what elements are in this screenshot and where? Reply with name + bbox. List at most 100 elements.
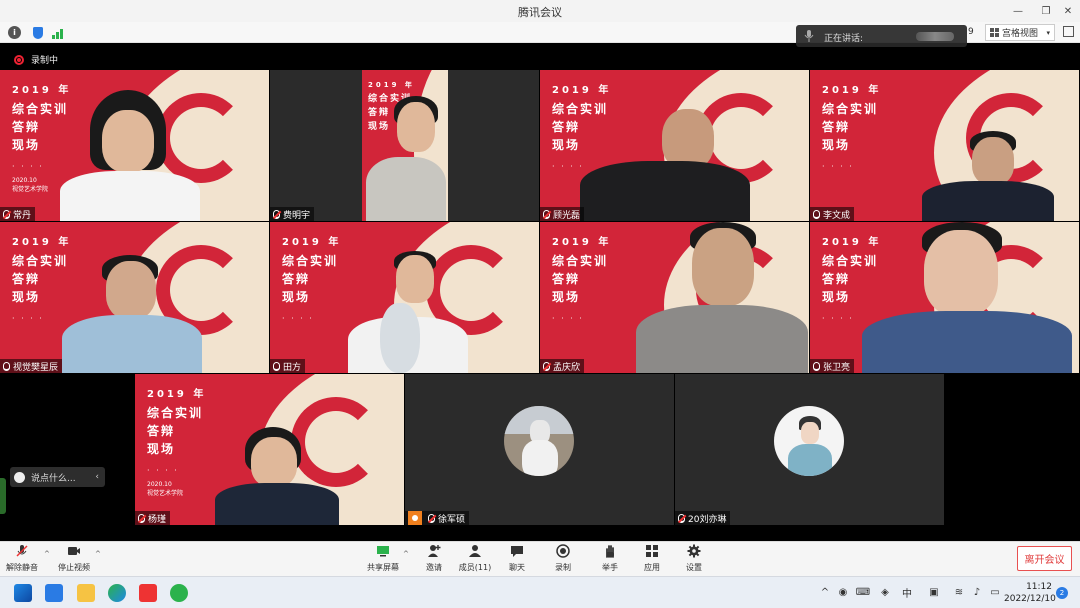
- info-icon[interactable]: i: [8, 26, 21, 39]
- participant-video: [62, 255, 202, 373]
- chevron-up-icon[interactable]: ^: [44, 550, 50, 558]
- notification-badge[interactable]: 2: [1056, 587, 1068, 599]
- mic-muted-icon: [16, 545, 28, 557]
- page-number: 9: [968, 27, 974, 37]
- chat-button[interactable]: 聊天: [497, 544, 537, 573]
- fullscreen-icon[interactable]: [1063, 26, 1074, 37]
- video-tile[interactable]: 2019 年综合实训 答辩 现场 · · · · 顾光磊: [540, 70, 809, 221]
- wifi-icon[interactable]: ≋: [952, 585, 966, 599]
- microphone-icon: [813, 361, 820, 371]
- participant-video: [862, 222, 1072, 373]
- network-signal-icon[interactable]: [51, 26, 64, 39]
- participant-name-tag: 张卫亮: [810, 359, 855, 373]
- chevron-up-icon[interactable]: ^: [95, 550, 101, 558]
- clock-date: 2022/12/10: [1004, 594, 1056, 604]
- grid-view-icon: [990, 28, 999, 37]
- os-taskbar: ^ ◉ ⌨ ◈ 中 ▣ ≋ ♪ ▭ 11:12 2022/12/10 2: [0, 576, 1080, 608]
- participant-video: [215, 427, 339, 525]
- battery-icon[interactable]: ▭: [988, 585, 1002, 599]
- mic-muted-icon: [543, 209, 550, 219]
- video-tile[interactable]: 2019 年综合实训 答辩 现场 费明宇: [270, 70, 539, 221]
- video-tile[interactable]: 20刘亦琳: [675, 374, 944, 525]
- hand-icon: [606, 545, 614, 558]
- participant-video: [636, 222, 808, 373]
- settings-button[interactable]: 设置: [674, 544, 714, 573]
- mic-muted-icon: [3, 209, 10, 219]
- mic-muted-icon: [273, 209, 280, 219]
- wechat-icon[interactable]: [170, 584, 188, 602]
- system-clock[interactable]: 11:12 2022/12/10: [1004, 581, 1056, 605]
- participant-video: [318, 251, 468, 373]
- recording-indicator[interactable]: 录制中: [14, 53, 58, 66]
- users-icon: [469, 545, 481, 557]
- restore-icon[interactable]: ❐: [1034, 0, 1058, 22]
- unmute-button[interactable]: 解除静音: [2, 544, 42, 573]
- leave-meeting-button[interactable]: 离开会议: [1017, 546, 1072, 571]
- video-tile[interactable]: 2019 年综合实训 答辩 现场 · · · · 田方: [270, 222, 539, 373]
- participant-name-tag: 费明宇: [270, 207, 315, 221]
- microphone-icon: [273, 361, 280, 371]
- members-button[interactable]: 成员(11): [455, 544, 495, 573]
- mic-muted-icon: [543, 361, 550, 371]
- video-tile[interactable]: 2019 年综合实训 答辩 现场 · · · · 2020.10 视觉艺术学院 常丹: [0, 70, 269, 221]
- apps-button[interactable]: 应用: [632, 544, 672, 573]
- mic-muted-icon: [428, 513, 435, 523]
- tray-app-icon[interactable]: ▣: [927, 585, 941, 599]
- emoji-icon[interactable]: [14, 471, 25, 483]
- video-tile[interactable]: 徐军硕: [405, 374, 674, 525]
- minimize-icon[interactable]: —: [1006, 0, 1030, 22]
- window-title: 腾讯会议: [518, 6, 562, 19]
- clock-time: 11:12: [1026, 582, 1052, 592]
- user-icon: [408, 511, 422, 525]
- chevron-down-icon: ▾: [1046, 28, 1050, 37]
- speaker-name-blurred: [916, 32, 954, 41]
- side-handle[interactable]: [0, 478, 6, 514]
- view-mode-dropdown[interactable]: 宫格视图 ▾: [985, 24, 1055, 41]
- chat-placeholder: 说点什么...: [31, 473, 76, 484]
- video-tile[interactable]: 2019 年综合实训 答辩 现场 · · · · 2020.10 视觉艺术学院 杨瑾: [135, 374, 404, 525]
- browser-icon[interactable]: [108, 584, 126, 602]
- participant-name-tag: 视觉樊星辰: [0, 359, 63, 373]
- chat-bubble-icon: [511, 546, 523, 557]
- video-tile[interactable]: 2019 年综合实训 答辩 现场 · · · · 视觉樊星辰: [0, 222, 269, 373]
- file-explorer-icon[interactable]: [77, 584, 95, 602]
- apps-grid-icon: [646, 545, 658, 557]
- speaking-indicator: 正在讲话:: [796, 25, 967, 47]
- participant-name-tag: 田方: [270, 359, 306, 373]
- add-user-icon: [428, 545, 441, 557]
- chevron-up-icon[interactable]: ^: [818, 585, 832, 599]
- raise-hand-button[interactable]: 举手: [590, 544, 630, 573]
- participant-avatar: [774, 406, 844, 476]
- participant-name-tag: 徐军硕: [405, 511, 470, 525]
- chevron-left-icon[interactable]: ‹: [95, 472, 99, 482]
- view-mode-label: 宫格视图: [1002, 29, 1039, 39]
- share-screen-icon: [377, 546, 389, 557]
- speaker-icon[interactable]: ♪: [970, 585, 984, 599]
- video-tile[interactable]: 2019 年综合实训 答辩 现场 · · · · 孟庆欣: [540, 222, 809, 373]
- record-button[interactable]: 录制: [543, 544, 583, 573]
- tray-app-icon[interactable]: ◈: [878, 585, 892, 599]
- invite-button[interactable]: 邀请: [414, 544, 454, 573]
- tencent-meeting-app-icon[interactable]: [45, 584, 63, 602]
- share-screen-button[interactable]: 共享屏幕: [363, 544, 403, 573]
- video-tile[interactable]: 2019 年综合实训 答辩 现场 · · · · 张卫亮: [810, 222, 1079, 373]
- stop-video-button[interactable]: 停止视频: [54, 544, 94, 573]
- chevron-up-icon[interactable]: ^: [403, 550, 409, 558]
- participant-name-tag: 顾光磊: [540, 207, 585, 221]
- mic-muted-icon: [678, 513, 685, 523]
- windows-start-icon[interactable]: [14, 584, 32, 602]
- record-icon: [14, 54, 24, 65]
- participant-name-tag: 常丹: [0, 207, 36, 221]
- tray-app-icon[interactable]: ◉: [836, 585, 850, 599]
- shield-icon[interactable]: [31, 26, 44, 39]
- keyboard-icon[interactable]: ⌨: [856, 585, 870, 599]
- gear-icon: [687, 544, 701, 558]
- participant-video: [922, 131, 1054, 221]
- wps-icon[interactable]: [139, 584, 157, 602]
- chat-quick-input[interactable]: 说点什么... ‹: [10, 467, 105, 487]
- input-method-icon[interactable]: 中: [900, 585, 914, 600]
- video-tile[interactable]: 2019 年综合实训 答辩 现场 · · · · 李文成: [810, 70, 1079, 221]
- title-bar: 腾讯会议 — ❐ ✕: [0, 0, 1080, 22]
- microphone-icon: [813, 209, 820, 219]
- close-icon[interactable]: ✕: [1056, 0, 1080, 22]
